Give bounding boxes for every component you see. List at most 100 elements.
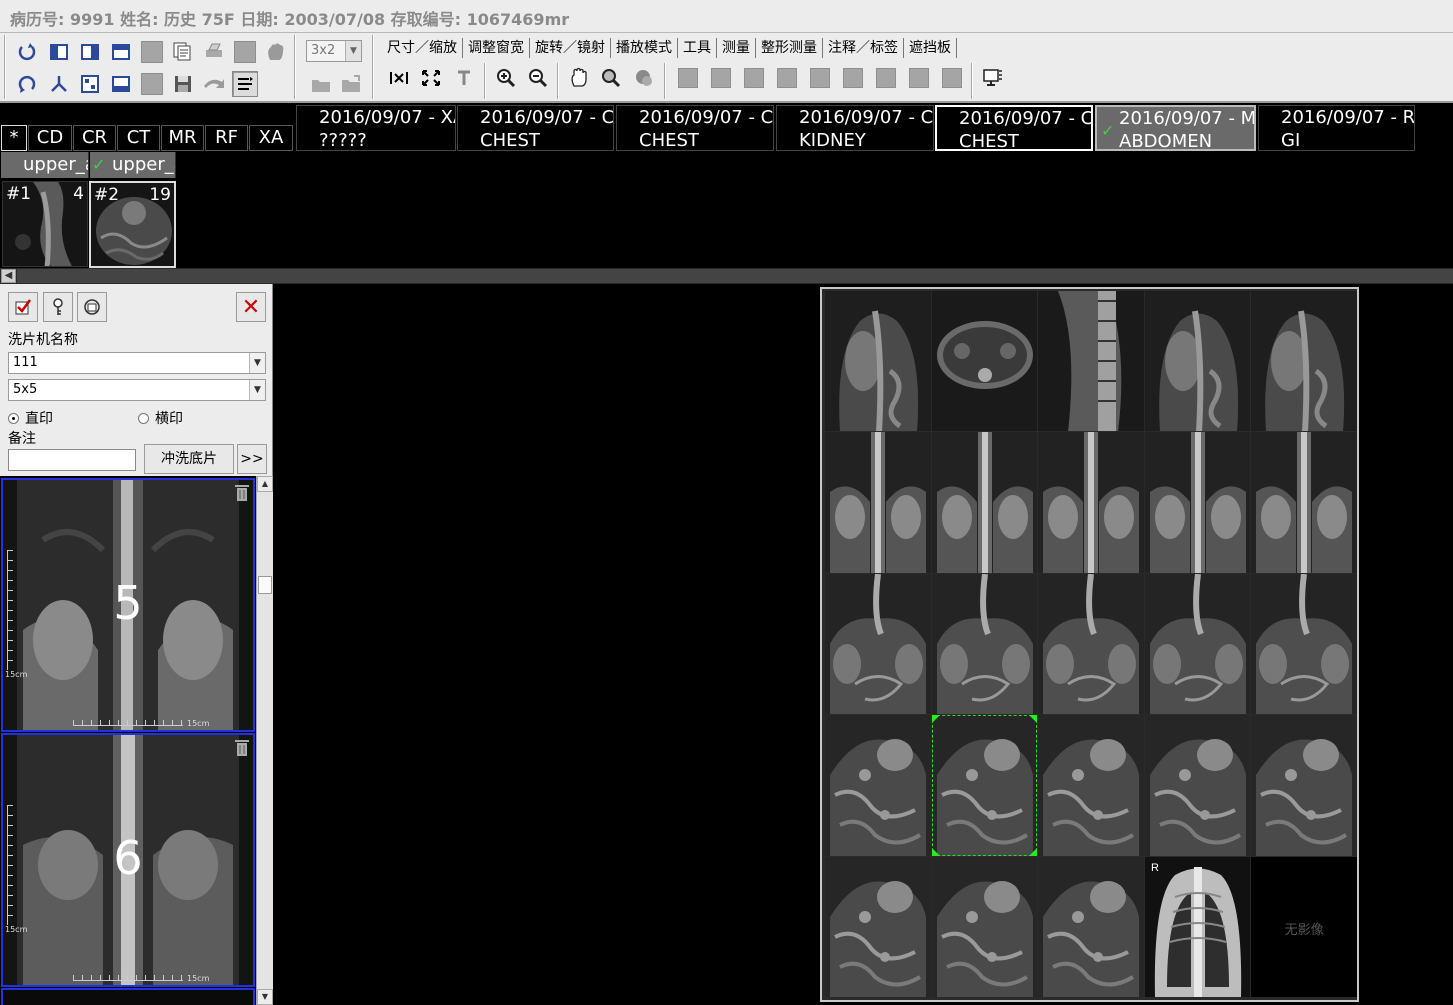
film-cell-7[interactable] xyxy=(931,432,1038,573)
fit-window-icon[interactable] xyxy=(77,71,103,97)
fit-to-screen-icon[interactable] xyxy=(418,65,444,91)
film-cell-5[interactable] xyxy=(1251,291,1357,432)
menu-tab-size-zoom[interactable]: 尺寸／缩放 xyxy=(382,38,463,58)
printer-select[interactable]: 111 ▼ xyxy=(8,352,266,374)
magnifier-icon[interactable] xyxy=(598,65,624,91)
modality-tab-cr[interactable]: CR xyxy=(73,125,116,151)
menu-tab-tools[interactable]: 工具 xyxy=(678,38,717,58)
scroll-down-icon[interactable]: ▼ xyxy=(257,989,273,1005)
actual-size-icon[interactable] xyxy=(386,65,412,91)
menu-tab-ortho-measure[interactable]: 整形测量 xyxy=(756,38,823,58)
modality-tab-rf[interactable]: RF xyxy=(205,125,248,151)
menu-tab-cine-mode[interactable]: 播放模式 xyxy=(611,38,678,58)
study-tab-mr-abdomen[interactable]: ✓ 2016/09/07 - MR ABDOMEN xyxy=(1095,105,1256,151)
film-cell-19[interactable] xyxy=(1144,715,1251,856)
film-cell-24[interactable]: R xyxy=(1144,856,1251,997)
select-all-check-icon[interactable] xyxy=(8,292,38,322)
film-cell-9[interactable] xyxy=(1144,432,1251,573)
film-sheet-preview[interactable]: R 无影像 xyxy=(820,287,1359,1002)
film-cell-21[interactable] xyxy=(825,856,931,997)
folder-open-icon[interactable] xyxy=(308,71,334,97)
selection-corner-handle[interactable] xyxy=(1029,847,1038,856)
study-tab-ct-chest[interactable]: 2016/09/07 - CT CHEST xyxy=(457,105,614,151)
film-cell-25[interactable]: 无影像 xyxy=(1251,856,1357,997)
stack-list-icon[interactable] xyxy=(232,71,258,97)
scroll-thumb[interactable] xyxy=(258,576,272,594)
film-format-select[interactable]: 5x5 ▼ xyxy=(8,379,266,401)
selection-corner-handle[interactable] xyxy=(931,715,940,724)
study-tab-xa[interactable]: 2016/09/07 - XA ????? xyxy=(296,105,456,151)
thumbnail-scrollbar[interactable]: ◀ xyxy=(0,268,1453,284)
monitor-settings-icon[interactable] xyxy=(980,65,1006,91)
selection-corner-handle[interactable] xyxy=(1029,715,1038,724)
save-icon[interactable] xyxy=(170,71,196,97)
layout-2-icon[interactable] xyxy=(77,39,103,65)
menu-tab-rotate-flip[interactable]: 旋转／镜射 xyxy=(530,38,611,58)
study-tab-rf-gi[interactable]: 2016/09/07 - RF GI xyxy=(1258,105,1415,151)
trash-icon[interactable] xyxy=(235,484,249,502)
pan-hand-icon[interactable] xyxy=(566,65,592,91)
region-zoom-icon[interactable] xyxy=(631,65,657,91)
copy-pages-icon[interactable] xyxy=(170,39,196,65)
print-icon[interactable] xyxy=(201,39,227,65)
study-tab-cd-kidney[interactable]: 2016/09/07 - CD KIDNEY xyxy=(776,105,934,151)
film-cell-2[interactable] xyxy=(931,291,1038,432)
scroll-up-icon[interactable]: ▲ xyxy=(257,476,273,492)
rotate-ccw-icon[interactable] xyxy=(14,71,40,97)
reset-icon[interactable] xyxy=(46,71,72,97)
film-cell-8[interactable] xyxy=(1038,432,1144,573)
scroll-left-icon[interactable]: ◀ xyxy=(1,269,16,283)
series-tab-2[interactable]: ✓ upper_a xyxy=(90,152,176,178)
menu-tab-annotation[interactable]: 注释／标签 xyxy=(823,38,904,58)
series-thumbnail-1[interactable]: #1 4 xyxy=(2,181,88,267)
film-page-5[interactable]: 15cm 15cm 5 xyxy=(1,478,255,732)
close-panel-button[interactable]: ✕ xyxy=(236,292,266,322)
zoom-in-icon[interactable] xyxy=(493,65,519,91)
film-cell-1[interactable] xyxy=(825,291,931,432)
modality-tab-ct[interactable]: CT xyxy=(117,125,160,151)
film-cell-20[interactable] xyxy=(1251,715,1357,856)
layout-1-icon[interactable] xyxy=(46,39,72,65)
film-cell-16[interactable] xyxy=(825,715,931,856)
film-cell-12[interactable] xyxy=(931,573,1038,715)
film-layout-icon[interactable] xyxy=(77,292,107,322)
menu-tab-measure[interactable]: 测量 xyxy=(717,38,756,58)
layout-4-icon[interactable] xyxy=(108,71,134,97)
zoom-out-icon[interactable] xyxy=(525,65,551,91)
film-cell-14[interactable] xyxy=(1144,573,1251,715)
film-cell-15[interactable] xyxy=(1251,573,1357,715)
more-button[interactable]: >> xyxy=(237,444,267,474)
film-page-7[interactable] xyxy=(1,988,255,1005)
film-list-scrollbar[interactable]: ▲ ▼ xyxy=(256,476,273,1005)
film-cell-3[interactable] xyxy=(1038,291,1144,432)
study-tab-cr-chest-2[interactable]: 2016/09/07 - CR CHEST xyxy=(935,105,1093,151)
film-cell-17[interactable] xyxy=(931,715,1038,856)
modality-tab-cd[interactable]: CD xyxy=(28,125,72,151)
film-page-6[interactable]: 15cm 15cm 6 xyxy=(1,733,255,987)
rotate-cw-icon[interactable] xyxy=(14,39,40,65)
export-icon[interactable] xyxy=(201,71,227,97)
menu-tab-window-level[interactable]: 调整窗宽 xyxy=(463,38,530,58)
modality-tab-mr[interactable]: MR xyxy=(161,125,204,151)
layout-select[interactable]: 3x2 ▼ xyxy=(306,40,362,62)
hand-tool-icon[interactable] xyxy=(263,39,289,65)
landscape-radio[interactable]: 横印 xyxy=(138,408,183,428)
portrait-radio[interactable]: 直印 xyxy=(8,408,53,428)
film-cell-23[interactable] xyxy=(1038,856,1144,997)
film-cell-18[interactable] xyxy=(1038,715,1144,856)
text-tool-icon[interactable] xyxy=(451,65,477,91)
film-cell-4[interactable] xyxy=(1144,291,1251,432)
folder-save-icon[interactable] xyxy=(338,71,364,97)
series-thumbnail-2[interactable]: #2 19 xyxy=(89,181,176,268)
film-cell-11[interactable] xyxy=(825,573,931,715)
scroll-track[interactable] xyxy=(17,269,1453,283)
modality-tab-all[interactable]: * xyxy=(1,125,27,151)
trash-icon[interactable] xyxy=(235,739,249,757)
film-cell-10[interactable] xyxy=(1251,432,1357,573)
menu-tab-shutter[interactable]: 遮挡板 xyxy=(904,38,957,58)
note-input[interactable] xyxy=(8,449,136,471)
film-cell-6[interactable] xyxy=(825,432,931,573)
print-film-button[interactable]: 冲洗底片 xyxy=(144,444,234,474)
study-tab-cr-chest[interactable]: 2016/09/07 - CR CHEST xyxy=(616,105,774,151)
film-cell-13[interactable] xyxy=(1038,573,1144,715)
